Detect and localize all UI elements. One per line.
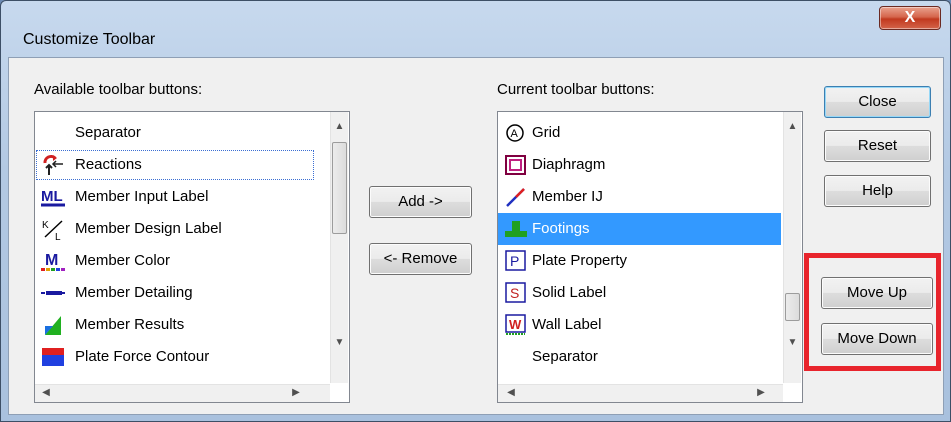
- list-item[interactable]: ML Member Input Label: [35, 181, 315, 213]
- svg-text:P: P: [510, 253, 519, 269]
- highlight-annotation-box: [804, 253, 941, 371]
- svg-text:S: S: [510, 285, 519, 301]
- list-item[interactable]: Member Results: [35, 309, 315, 341]
- available-buttons-list[interactable]: Separator Reactions ML Member Input Labe…: [34, 111, 350, 403]
- remove-button[interactable]: <- Remove: [369, 243, 472, 275]
- member-ij-icon: [506, 188, 525, 207]
- list-item-label: Diaphragm: [532, 156, 606, 173]
- svg-text:M: M: [45, 252, 58, 269]
- list-item-label: Member IJ: [532, 188, 603, 205]
- list-item-selected[interactable]: Footings: [498, 213, 781, 245]
- title-bar[interactable]: Customize Toolbar X: [1, 1, 950, 57]
- list-item[interactable]: Member Detailing: [35, 277, 315, 309]
- scrollbar-thumb[interactable]: [332, 142, 347, 234]
- list-item[interactable]: S Solid Label: [498, 277, 781, 309]
- list-item[interactable]: P Plate Property: [498, 245, 781, 277]
- scroll-down-arrow-icon[interactable]: ▼: [331, 336, 348, 350]
- list-item[interactable]: Plate Force Contour: [35, 341, 315, 373]
- add-button[interactable]: Add ->: [369, 186, 472, 218]
- current-vertical-scrollbar[interactable]: ▲ ▼: [783, 112, 801, 383]
- member-design-label-icon: K L: [42, 220, 63, 240]
- scroll-left-arrow-icon[interactable]: ◀: [39, 386, 53, 400]
- scroll-right-arrow-icon[interactable]: ▶: [289, 386, 303, 400]
- list-item[interactable]: Diaphragm: [498, 149, 781, 181]
- list-item-label: Grid: [532, 124, 561, 141]
- scroll-down-arrow-icon[interactable]: ▼: [784, 336, 801, 350]
- diaphragm-icon: [505, 155, 526, 175]
- list-item-label: Footings: [532, 220, 590, 237]
- list-item-label: Plate Force Contour: [75, 348, 210, 365]
- close-button[interactable]: Close: [824, 86, 931, 118]
- scroll-up-arrow-icon[interactable]: ▲: [784, 120, 801, 134]
- list-item-label: Separator: [75, 124, 141, 141]
- list-item[interactable]: Reactions: [35, 149, 315, 181]
- list-item[interactable]: Separator: [35, 117, 315, 149]
- list-item-label: Plate Property: [532, 252, 628, 269]
- plate-property-icon: P: [505, 250, 526, 271]
- member-results-icon: [45, 316, 61, 335]
- svg-text:ML: ML: [41, 188, 63, 205]
- list-item[interactable]: Member IJ: [498, 181, 781, 213]
- member-input-label-icon: ML: [41, 188, 65, 207]
- plate-force-contour-icon: [42, 348, 64, 366]
- list-item-label: Member Color: [75, 252, 171, 269]
- list-item-label: Solid Label: [532, 284, 607, 301]
- grid-icon: A: [506, 124, 524, 142]
- svg-text:L: L: [55, 232, 61, 240]
- available-horizontal-scrollbar[interactable]: ◀ ▶: [35, 384, 330, 402]
- list-item[interactable]: M Member Color: [35, 245, 315, 277]
- close-icon: X: [904, 9, 916, 26]
- list-item-label: Member Results: [75, 316, 185, 333]
- available-vertical-scrollbar[interactable]: ▲ ▼: [330, 112, 348, 383]
- help-button[interactable]: Help: [824, 175, 931, 207]
- list-item-label: Separator: [532, 348, 598, 365]
- close-window-button[interactable]: X: [879, 6, 941, 30]
- scroll-right-arrow-icon[interactable]: ▶: [754, 386, 768, 400]
- list-item[interactable]: Separator: [498, 341, 781, 373]
- current-horizontal-scrollbar[interactable]: ◀ ▶: [498, 384, 783, 402]
- member-detailing-icon: [41, 291, 65, 295]
- window-title: Customize Toolbar: [23, 31, 156, 48]
- reactions-icon: [43, 155, 63, 175]
- list-item[interactable]: K L Member Design Label: [35, 213, 315, 245]
- list-item[interactable]: A Grid: [498, 117, 781, 149]
- scroll-up-arrow-icon[interactable]: ▲: [331, 120, 348, 134]
- customize-toolbar-dialog: Customize Toolbar X Available toolbar bu…: [0, 0, 951, 422]
- list-item[interactable]: W Wall Label: [498, 309, 781, 341]
- footings-icon: [505, 221, 527, 237]
- svg-text:W: W: [509, 317, 522, 332]
- svg-text:A: A: [511, 128, 519, 140]
- scrollbar-thumb[interactable]: [785, 293, 800, 321]
- scroll-left-arrow-icon[interactable]: ◀: [504, 386, 518, 400]
- current-buttons-list[interactable]: A Grid Diaphragm Member IJ Footings P Pl…: [497, 111, 803, 403]
- reset-button[interactable]: Reset: [824, 130, 931, 162]
- available-buttons-label: Available toolbar buttons:: [34, 81, 203, 98]
- member-color-icon: M: [41, 252, 65, 271]
- list-item-label: Member Design Label: [75, 220, 222, 237]
- svg-text:K: K: [42, 220, 49, 231]
- list-item-label: Wall Label: [532, 316, 602, 333]
- list-item-label: Member Input Label: [75, 188, 209, 205]
- solid-label-icon: S: [505, 282, 526, 303]
- list-item-label: Reactions: [75, 156, 142, 173]
- current-buttons-label: Current toolbar buttons:: [497, 81, 655, 98]
- list-item-label: Member Detailing: [75, 284, 193, 301]
- wall-label-icon: W: [505, 314, 526, 335]
